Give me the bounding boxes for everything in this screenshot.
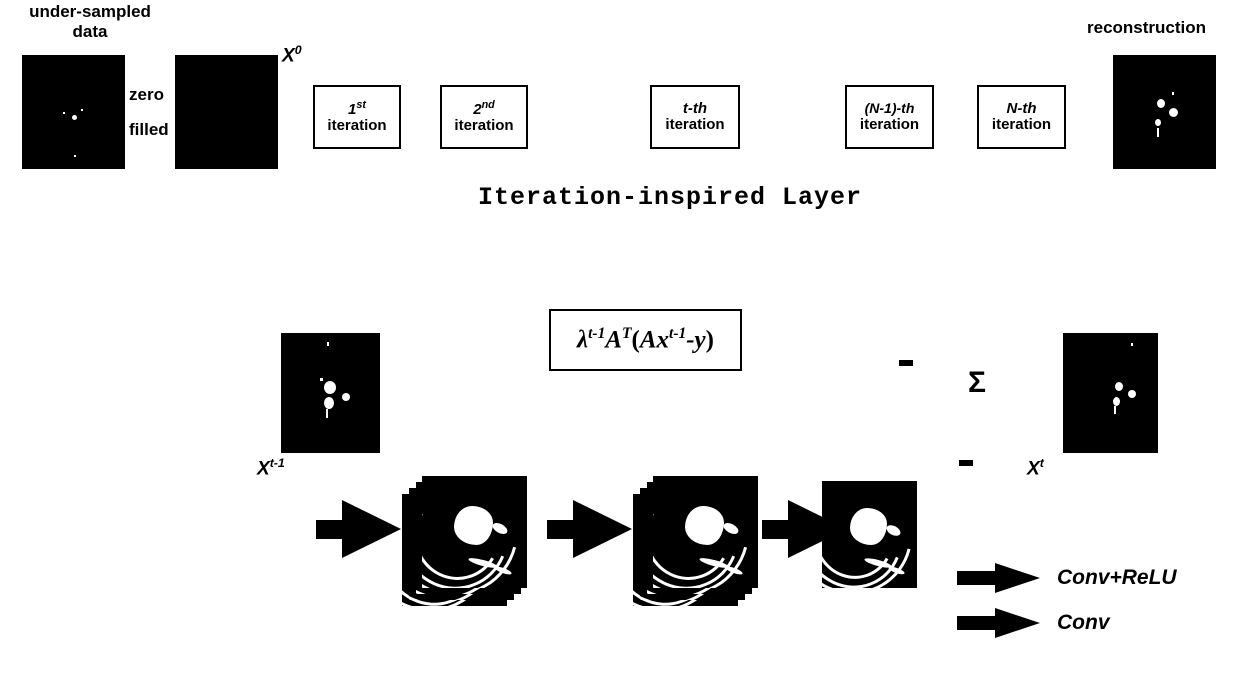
undersampled-kspace-image [22,55,125,169]
ct-lesion [685,506,724,545]
xprev-blob-2 [342,393,350,401]
iteration-box-1-label: iteration [327,117,387,135]
xnext-blob-1 [1115,382,1123,391]
iteration-box-t[interactable]: t-th iteration [650,85,740,149]
iteration-box-2-suffix: nd [481,98,495,111]
xprev-speck [320,378,323,381]
zero-filled-label-zero: zero [129,85,164,104]
reconstruction-label: reconstruction [1087,18,1207,37]
feature-map-stack-2 [633,476,758,608]
legend-label-conv-relu: Conv+ReLU [1057,566,1177,589]
iteration-box-2-label: iteration [454,117,514,135]
iteration-box-n-label: iteration [991,116,1052,134]
kspace-center-dot [72,115,77,120]
formula-minus-y: -y [686,326,706,354]
xnext-speck [1131,343,1133,346]
recon-blob-1 [1157,99,1165,108]
x-next-image [1063,333,1158,453]
formula-x-sup: t-1 [669,325,687,343]
formula-lambda-sup: t-1 [588,325,606,343]
xnext-speck [1114,406,1116,414]
zero-filled-label-filled: filled [129,120,169,139]
formula-lambda: λ [577,326,589,354]
gradient-term-box: λt-1AT(Axt-1-y) [549,309,742,371]
arrow-head [995,608,1040,638]
x0-label: X0 [282,43,302,67]
recon-blob-3 [1155,119,1161,126]
ct-lesion [850,508,887,545]
kspace-speck [74,155,76,157]
legend-arrow-conv [957,608,1040,638]
arrow-tail [957,571,999,585]
reconstruction-image [1113,55,1216,169]
recon-speck [1157,128,1159,137]
arrow-tail [957,616,999,630]
iteration-box-1-ordinal: 1st [348,98,366,118]
arrow-head [995,563,1040,593]
x-previous-label: Xt-1 [257,456,285,480]
iteration-box-2-ordinal: 2nd [473,98,495,118]
iteration-box-1-suffix: st [356,98,366,111]
feature-map-layer-front [653,476,758,588]
x-next-label: Xt [1027,456,1044,480]
kspace-speck [63,112,65,114]
undersampled-data-label: under-sampled data [10,2,170,41]
x-next-label-superscript: t [1039,456,1044,470]
x-previous-image [281,333,380,453]
legend-label-conv: Conv [1057,611,1110,634]
xprev-blob-3 [324,397,334,409]
xprev-speck [327,342,329,346]
ct-lesion [454,506,493,545]
formula-close-paren: ) [705,326,714,354]
iteration-box-n-minus-1-ordinal: (N-1)-th [864,100,915,117]
iteration-box-n-minus-1[interactable]: (N-1)-th iteration [845,85,934,149]
conv-relu-arrow-1 [316,500,401,558]
summation-symbol: Σ [968,366,987,399]
arrow-head [342,500,401,558]
x0-label-superscript: 0 [294,43,302,57]
iteration-box-2[interactable]: 2nd iteration [440,85,528,149]
iteration-box-1[interactable]: 1st iteration [313,85,401,149]
x0-label-text: X [282,45,295,67]
recon-blob-2 [1169,108,1178,117]
legend-arrow-conv-relu [957,563,1040,593]
iteration-box-t-ordinal: t-th [682,99,708,117]
xprev-speck [326,409,328,418]
kspace-speck [81,109,83,111]
x-previous-label-superscript: t-1 [269,456,285,470]
zero-filled-image [175,55,278,169]
undersampled-data-label-line1: under-sampled [29,2,151,21]
iteration-box-t-label: iteration [665,116,725,134]
x-next-label-text: X [1027,458,1040,480]
formula-A-sup: T [622,325,632,343]
undersampled-data-label-line2: data [72,21,108,41]
iteration-box-n-ordinal: N-th [1006,99,1037,117]
formula-A: A [605,326,623,354]
xprev-blob-1 [324,381,336,394]
section-title: Iteration-inspired Layer [478,183,863,212]
formula-Ax: Ax [639,326,670,354]
iteration-box-n[interactable]: N-th iteration [977,85,1066,149]
gradient-term-formula: λt-1AT(Axt-1-y) [577,325,714,354]
sign-minus-bottom [959,460,973,466]
conv-relu-arrow-2 [547,500,632,558]
arrow-head [573,500,632,558]
conv-output-image [822,481,917,588]
xnext-blob-3 [1113,397,1120,406]
xnext-blob-2 [1128,390,1136,398]
sign-minus-top [899,360,913,366]
iteration-box-n-minus-1-label: iteration [859,115,920,133]
recon-speck [1172,92,1174,95]
formula-open-paren: ( [631,326,640,354]
feature-map-layer-front [422,476,527,588]
iteration-box-2-number: 2 [473,100,482,118]
x-previous-label-text: X [257,458,270,480]
feature-map-stack-1 [402,476,527,608]
